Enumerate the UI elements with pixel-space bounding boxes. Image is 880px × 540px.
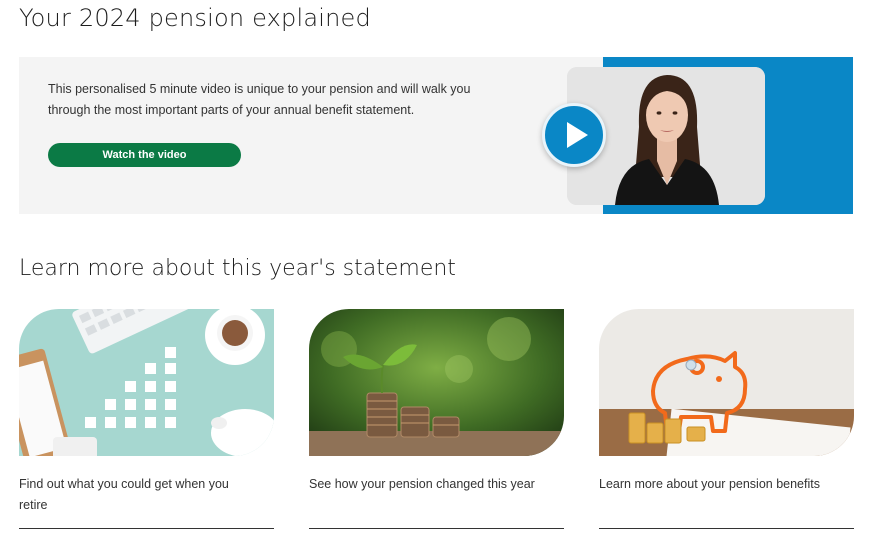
video-description: This personalised 5 minute video is uniq… <box>48 82 471 117</box>
card-image-desk <box>19 309 274 456</box>
card-label: Learn more about your pension benefits <box>599 477 820 491</box>
card-image-piggy-bank <box>599 309 854 456</box>
card-divider <box>309 528 564 529</box>
play-video-button[interactable] <box>542 103 606 167</box>
card-label: See how your pension changed this year <box>309 477 535 491</box>
section-title: Learn more about this year's statement <box>19 256 456 281</box>
video-panel: This personalised 5 minute video is uniq… <box>19 57 853 214</box>
card-label: Find out what you could get when you ret… <box>19 477 229 512</box>
page-title: Your 2024 pension explained <box>19 4 371 32</box>
card-image-coins <box>309 309 564 456</box>
watch-video-button[interactable]: Watch the video <box>48 143 241 167</box>
card-pension-change[interactable]: See how your pension changed this year <box>309 309 564 529</box>
card-divider <box>19 528 274 529</box>
play-icon <box>567 122 588 148</box>
card-pension-benefits[interactable]: Learn more about your pension benefits <box>599 309 854 529</box>
card-divider <box>599 528 854 529</box>
card-retirement-estimate[interactable]: Find out what you could get when you ret… <box>19 309 274 529</box>
